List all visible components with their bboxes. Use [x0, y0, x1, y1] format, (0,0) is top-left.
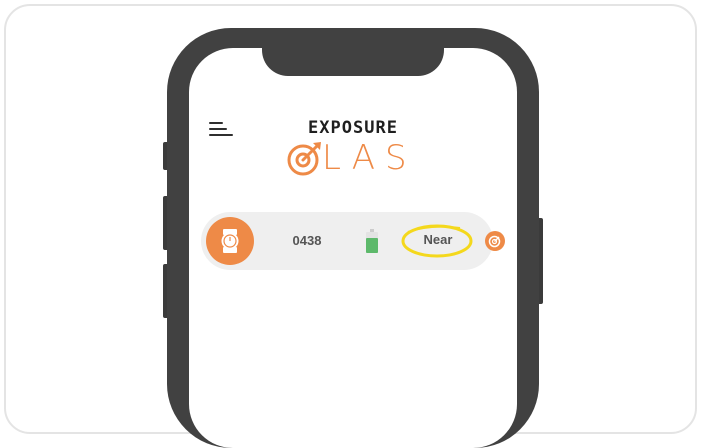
device-status: Near: [423, 232, 453, 247]
device-id: 0438: [292, 233, 322, 248]
device-avatar: [206, 217, 254, 265]
target-o-icon: [287, 142, 321, 176]
hamburger-menu-icon[interactable]: [209, 122, 233, 138]
logo-las: LAS: [286, 138, 426, 178]
phone-notch: [262, 28, 444, 76]
locate-device-button[interactable]: [485, 231, 505, 251]
logo-text-las: LAS: [322, 138, 417, 178]
watch-icon: [221, 229, 239, 253]
target-icon: [488, 235, 501, 248]
battery-icon: [366, 229, 378, 253]
logo-text-exposure: EXPOSURE: [308, 118, 398, 138]
